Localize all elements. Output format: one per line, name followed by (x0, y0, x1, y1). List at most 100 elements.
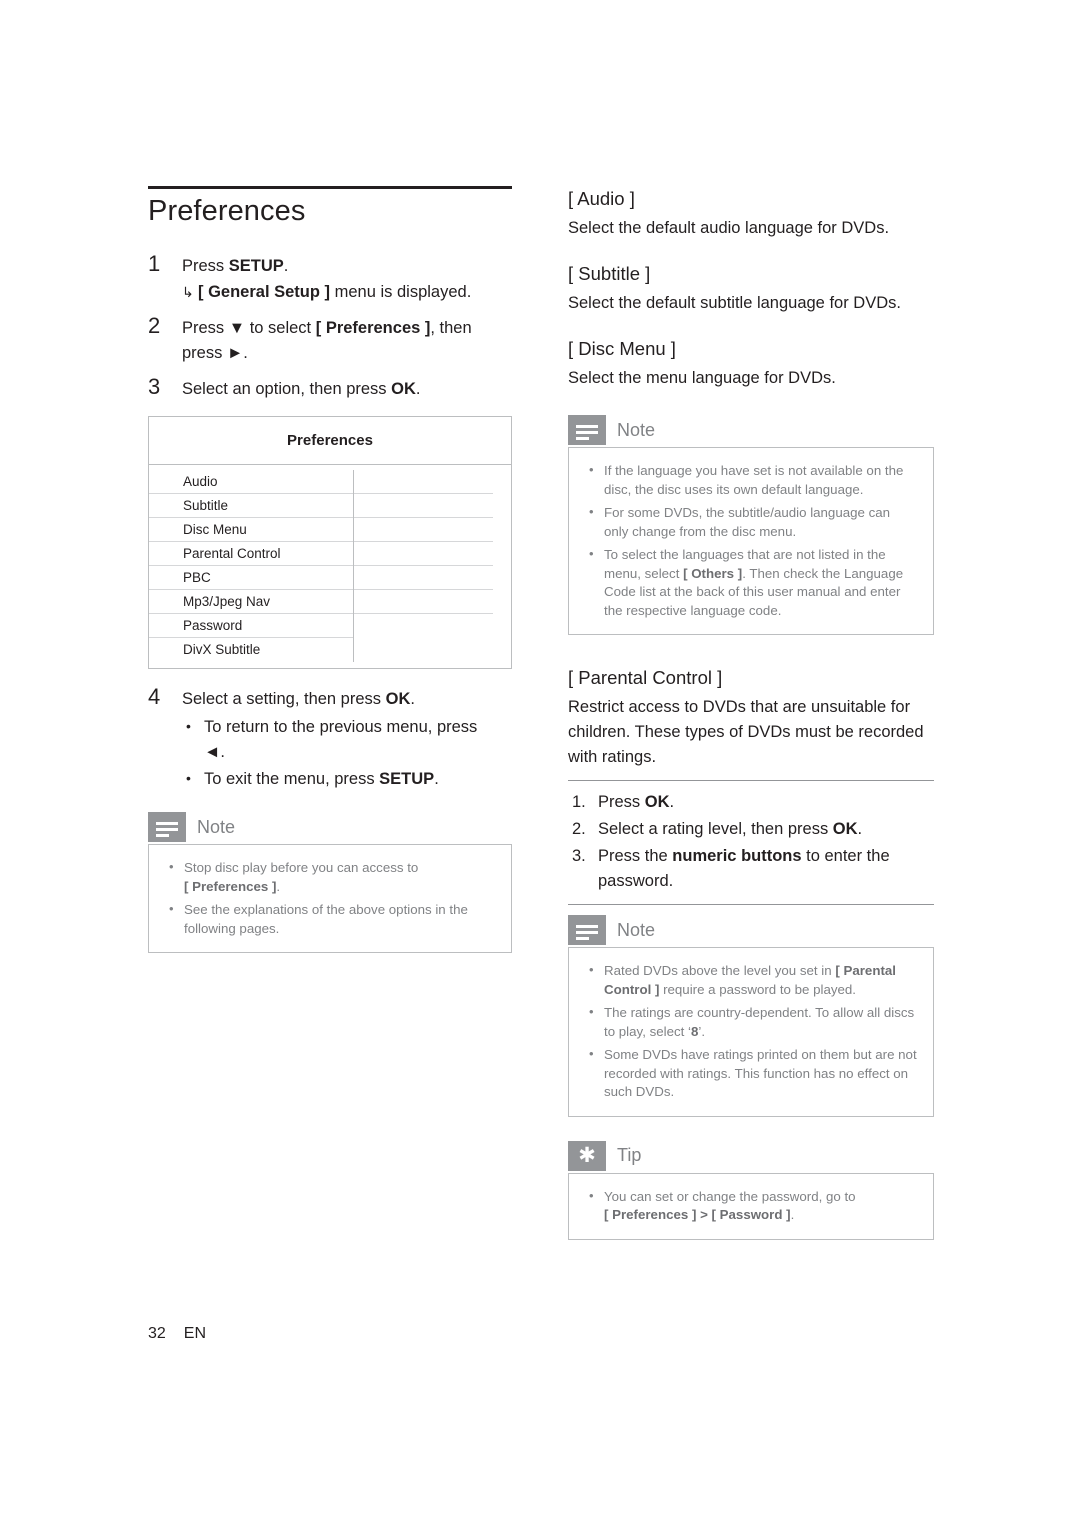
body-audio: Select the default audio language for DV… (568, 219, 890, 237)
osd-option-list: Audio Subtitle Disc Menu Parental Contro… (149, 470, 354, 662)
step-4-bold: OK (385, 690, 411, 708)
osd-value-6 (354, 590, 493, 614)
note-left-item-2: See the explanations of the above option… (165, 900, 495, 938)
tip-item-1-bold: [ Preferences ] > [ Password ] (604, 1207, 791, 1222)
tip-item-1: You can set or change the password, go t… (585, 1187, 917, 1225)
note-lines-icon (568, 415, 606, 445)
note-bottom-item-1-a: Rated DVDs above the level you set in (604, 963, 836, 978)
parental-step-2-a: Select a rating level, then press (598, 820, 833, 838)
bullet-return-previous-menu: To return to the previous menu, press ◄. (182, 714, 512, 765)
osd-row-disc-menu[interactable]: Disc Menu (149, 518, 353, 542)
left-arrow-icon: ◄ (204, 743, 221, 761)
heading-subtitle: [ Subtitle ] (568, 263, 651, 284)
note-left-item-1: Stop disc play before you can access to … (165, 858, 495, 896)
note-callout-top-right: Note If the language you have set is not… (568, 413, 934, 635)
note-callout-top-right-header: Note (568, 413, 934, 447)
parental-control-rule-bottom (568, 904, 934, 905)
note-left-item-1-bold: [ Preferences ] (184, 878, 277, 894)
osd-row-parental-control[interactable]: Parental Control (149, 542, 353, 566)
tip-item-1-a: You can set or change the password, go t… (604, 1188, 856, 1204)
step-3-text-a: Select an option, then press (182, 380, 392, 398)
step-2-text-f: . (243, 344, 248, 362)
osd-value-1 (354, 470, 493, 494)
osd-value-2 (354, 494, 493, 518)
osd-value-list (354, 470, 511, 662)
bullet-1-period: . (220, 743, 225, 761)
note-callout-bottom-right-box: Rated DVDs above the level you set in [ … (568, 947, 934, 1117)
note-callout-bottom-right-header: Note (568, 913, 934, 947)
note-bottom-item-2: The ratings are country-dependent. To al… (585, 1003, 917, 1041)
parental-step-3-number: 3. (572, 847, 586, 865)
note-bottom-item-1-c: require a password to be played. (659, 981, 857, 997)
parental-control-rule-top (568, 780, 934, 781)
step-2-number: 2 (148, 313, 161, 338)
tip-callout-header: ✱ Tip (568, 1139, 934, 1173)
note-top-item-3-bold: [ Others ] (683, 565, 743, 581)
step-3-number: 3 (148, 374, 161, 399)
step-4-text-b: . (410, 690, 415, 708)
parental-step-1-a: Press (598, 793, 645, 811)
note-callout-top-right-box: If the language you have set is not avai… (568, 447, 934, 635)
heading-parental-control: [ Parental Control ] (568, 667, 723, 688)
parental-step-1: 1. Press OK. (568, 790, 934, 815)
note-bottom-item-1: Rated DVDs above the level you set in [ … (585, 961, 917, 999)
note-bottom-item-3: Some DVDs have ratings printed on them b… (585, 1045, 917, 1102)
note-left-item-1-c: . (276, 878, 281, 894)
step-4-text-a: Select a setting, then press (182, 690, 386, 708)
note-lines-icon (148, 812, 186, 842)
parental-control-block: [ Parental Control ] Restrict access to … (568, 665, 934, 905)
osd-row-divx-subtitle[interactable]: DivX Subtitle (149, 638, 353, 662)
heading-audio: [ Audio ] (568, 188, 635, 209)
bullet-1-text: To return to the previous menu, press (204, 718, 478, 736)
osd-header: Preferences (149, 417, 511, 465)
osd-header-label: Preferences (287, 432, 373, 449)
bullet-2-period: . (434, 770, 439, 788)
osd-row-audio[interactable]: Audio (149, 470, 353, 494)
step-3: 3 Select an option, then press OK. (148, 374, 512, 402)
tip-label: Tip (617, 1145, 642, 1165)
step-4-number: 4 (148, 684, 161, 709)
osd-value-5 (354, 566, 493, 590)
bullet-2-text: To exit the menu, press (204, 770, 380, 788)
note-callout-bottom-right: Note Rated DVDs above the level you set … (568, 913, 934, 1117)
note-top-item-2: For some DVDs, the subtitle/audio langua… (585, 503, 917, 541)
osd-value-4 (354, 542, 493, 566)
osd-value-8 (354, 638, 493, 662)
step-1-text-after: . (283, 257, 289, 275)
note-callout-left-box: Stop disc play before you can access to … (148, 844, 512, 953)
parental-step-3-a: Press the (598, 847, 673, 865)
parental-step-2-number: 2. (572, 820, 586, 838)
parental-step-3-bold: numeric buttons (672, 847, 802, 865)
step-1-text-before: Press (182, 257, 229, 275)
bullet-2-bold: SETUP (379, 770, 435, 788)
step-1-substep: ↳[ General Setup ] menu is displayed. (182, 280, 512, 305)
page-footer: 32 EN (148, 1325, 206, 1343)
step-1-number: 1 (148, 251, 161, 276)
sub-arrow-icon: ↳ (182, 284, 194, 300)
step-2-text-b: to select (245, 319, 316, 337)
step-1-sub-rest: menu is displayed. (330, 283, 472, 301)
osd-row-mp3-jpeg-nav[interactable]: Mp3/Jpeg Nav (149, 590, 353, 614)
tip-star-icon: ✱ (568, 1140, 606, 1171)
osd-row-subtitle[interactable]: Subtitle (149, 494, 353, 518)
right-column: [ Audio ] Select the default audio langu… (568, 186, 934, 1240)
page-title: Preferences (148, 195, 306, 227)
step-1: 1 Press SETUP. ↳[ General Setup ] menu i… (148, 251, 512, 305)
note-label: Note (617, 919, 656, 940)
note-bottom-item-2-a: The ratings are country-dependent. To al… (604, 1005, 915, 1039)
parental-step-1-c: . (669, 793, 675, 811)
body-disc-menu: Select the menu language for DVDs. (568, 369, 836, 387)
parental-step-3: 3. Press the numeric buttons to enter the… (568, 844, 934, 894)
tip-item-1-c: . (790, 1207, 795, 1222)
parental-control-steps: 1. Press OK. 2. Select a rating level, the… (568, 790, 934, 894)
parental-step-2-bold: OK (832, 820, 858, 838)
note-top-item-3: To select the languages that are not lis… (585, 545, 917, 620)
note-lines-icon (568, 915, 606, 945)
tip-callout: ✱ Tip You can set or change the password… (568, 1139, 934, 1240)
note-bottom-item-2-c: ’. (698, 1023, 706, 1039)
osd-value-7 (354, 614, 493, 638)
osd-row-pbc[interactable]: PBC (149, 566, 353, 590)
osd-row-password[interactable]: Password (149, 614, 353, 638)
footer-page-number: 32 (148, 1325, 166, 1342)
step-4: 4 Select a setting, then press OK. To re… (148, 684, 512, 792)
